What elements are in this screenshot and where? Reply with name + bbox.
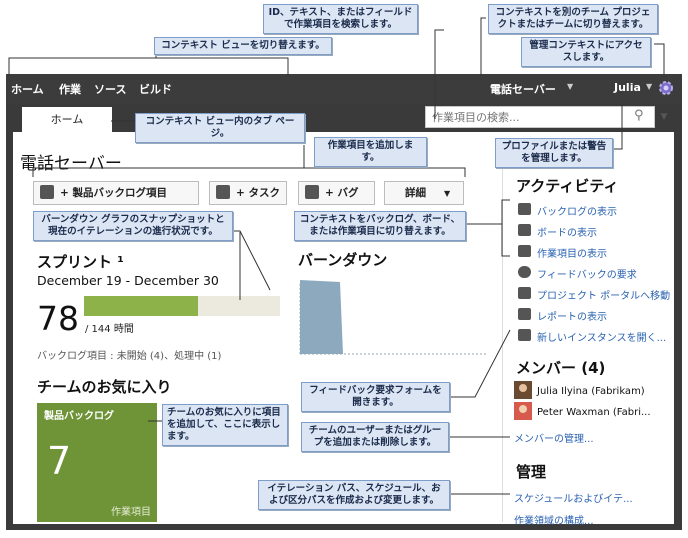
callout-iteration-paths: イテレーション パス、スケジュール、および区分パスを作成および変更します。 xyxy=(258,480,450,510)
callout-team-members: チームのユーザーまたはグループを追加または削除します。 xyxy=(301,422,449,452)
callout-team-favorites: チームのお気に入りに項目を追加して、ここに表示します。 xyxy=(162,404,288,446)
callout-profile-alert: プロファイルまたは警告を管理します。 xyxy=(495,138,613,168)
callout-switch-context-view: コンテキスト ビューを切り替えます。 xyxy=(154,37,332,55)
callout-switch-project: コンテキストを別のチーム プロジェクトまたはチームに切り替えます。 xyxy=(488,4,658,34)
callout-add-work-item: 作業項目を追加します。 xyxy=(314,137,427,167)
callout-leader-lines xyxy=(8,17,665,495)
callout-tab-page: コンテキスト ビュー内のタブ ページ。 xyxy=(135,113,305,143)
callout-feedback-form: フィードバック要求フォームを開きます。 xyxy=(301,382,450,412)
callout-switch-backlog: コンテキストをバックログ、ボード、または作業項目に切り替えます。 xyxy=(294,211,466,241)
callout-burndown-snapshot: バーンダウン グラフのスナップショットと現在のイテレーションの進行状況です。 xyxy=(33,211,233,241)
callout-admin-context: 管理コンテキストにアクセスします。 xyxy=(521,37,651,67)
callout-search: ID、テキスト、またはフィールドで作業項目を検索します。 xyxy=(263,4,418,34)
